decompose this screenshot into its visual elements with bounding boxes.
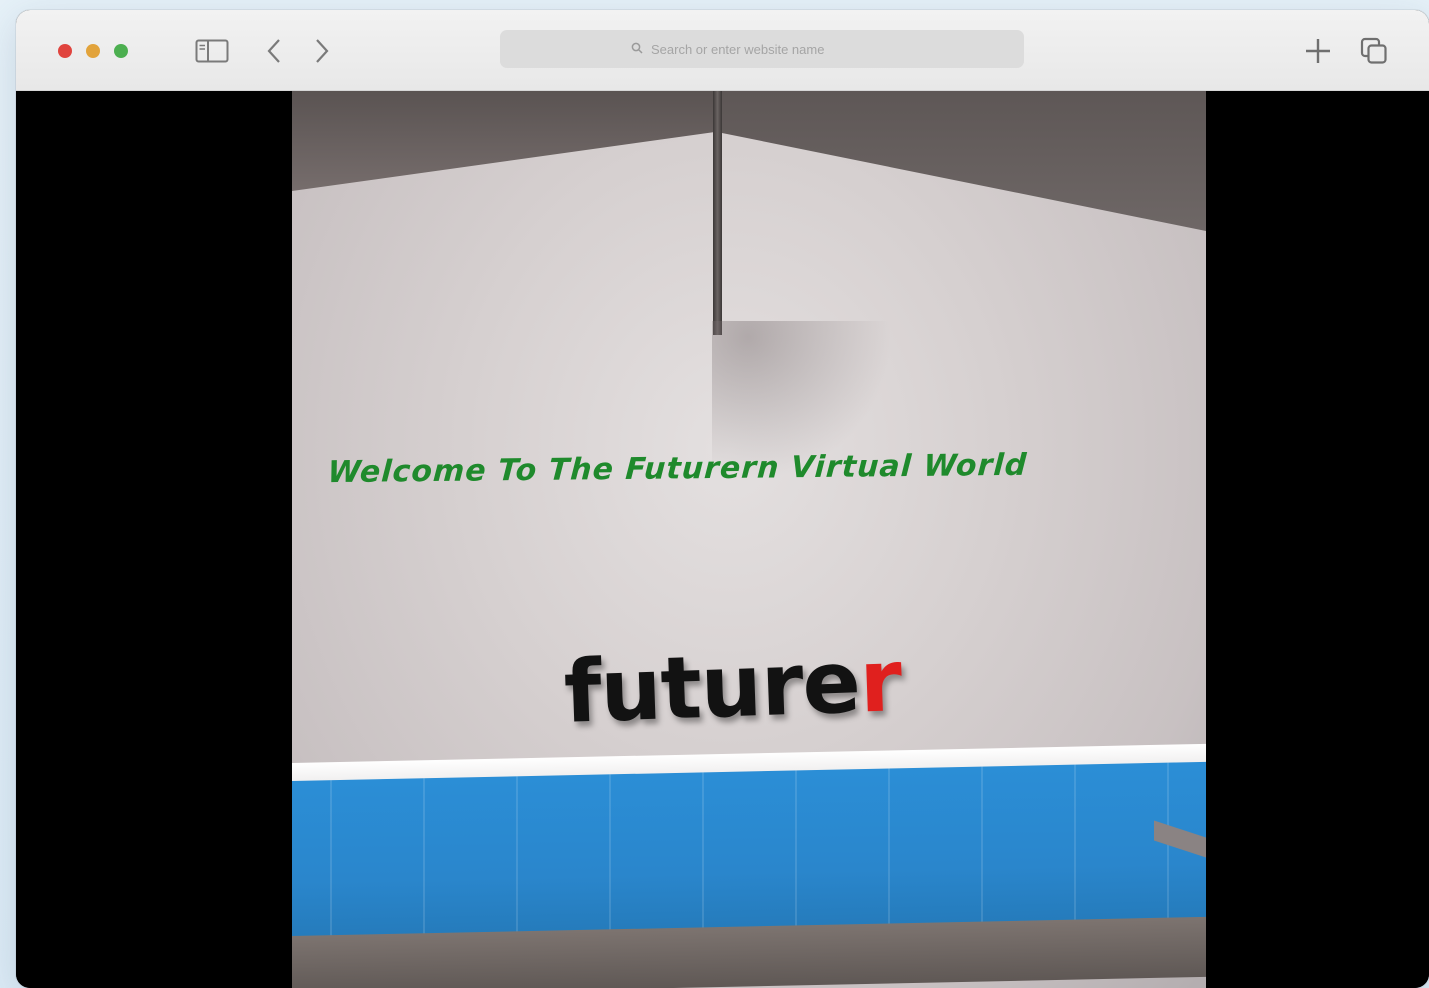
address-bar[interactable] [500,30,1024,68]
chevron-right-icon[interactable] [310,36,334,66]
virtual-world-viewport[interactable]: Welcome To The Futurern Virtual World fu… [292,91,1206,988]
logo-accent-letter: r [857,631,903,733]
chevron-left-icon[interactable] [262,36,286,66]
logo-text: future [562,632,862,743]
search-icon [631,42,643,57]
minimize-button[interactable] [86,44,100,58]
close-button[interactable] [58,44,72,58]
corner-pole [713,91,722,335]
browser-toolbar [16,10,1429,91]
welcome-heading: Welcome To The Futurern Virtual World [326,447,1029,491]
window-controls [58,44,128,58]
sidebar-icon[interactable] [194,36,230,66]
plus-icon[interactable] [1302,36,1334,66]
address-input[interactable] [649,40,893,58]
web-content: Welcome To The Futurern Virtual World fu… [16,91,1429,988]
ceiling-left [292,91,722,191]
futurern-logo: futurer [562,631,902,743]
browser-window: Welcome To The Futurern Virtual World fu… [16,10,1429,988]
ceiling-right [722,91,1206,231]
zoom-button[interactable] [114,44,128,58]
tabs-overview-icon[interactable] [1358,36,1390,66]
